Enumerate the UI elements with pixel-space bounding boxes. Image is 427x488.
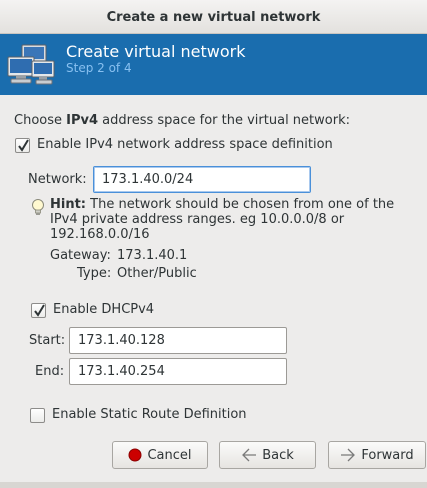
enable-dhcp-checkbox[interactable] (31, 303, 46, 318)
step-indicator: Step 2 of 4 (66, 61, 132, 75)
window-titlebar[interactable]: Create a new virtual network (0, 0, 427, 34)
cancel-icon (128, 448, 142, 462)
enable-ipv4-checkbox[interactable] (15, 138, 30, 153)
dhcp-end-label: End: (35, 364, 65, 379)
window-bottom-edge (0, 482, 427, 488)
lightbulb-icon (31, 198, 45, 222)
banner-title: Create virtual network (66, 42, 246, 61)
enable-ipv4-label[interactable]: Enable IPv4 network address space defini… (37, 137, 333, 152)
dhcp-start-label: Start: (29, 333, 66, 348)
hint-text: Hint: The network should be chosen from … (50, 197, 395, 242)
network-computers-icon (6, 43, 58, 87)
wizard-banner: Create virtual network Step 2 of 4 (0, 34, 427, 95)
window-title: Create a new virtual network (106, 10, 321, 25)
address-space-prompt: Choose IPv4 address space for the virtua… (14, 113, 350, 128)
network-label: Network: (28, 172, 87, 187)
enable-dhcp-label[interactable]: Enable DHCPv4 (53, 302, 154, 317)
cancel-button[interactable]: Cancel (112, 441, 208, 469)
type-label: Type: (77, 266, 112, 281)
type-value: Other/Public (117, 266, 197, 281)
back-button[interactable]: Back (219, 441, 316, 469)
gateway-value: 173.1.40.1 (117, 248, 188, 263)
back-arrow-icon (241, 448, 257, 462)
gateway-label: Gateway: (50, 248, 111, 263)
forward-arrow-icon (340, 448, 356, 462)
dhcp-end-input[interactable]: 173.1.40.254 (69, 358, 287, 385)
dhcp-start-input[interactable]: 173.1.40.128 (69, 327, 287, 354)
static-route-checkbox[interactable] (30, 408, 45, 423)
network-input[interactable]: 173.1.40.0/24 (93, 166, 311, 193)
forward-button[interactable]: Forward (328, 441, 426, 469)
static-route-label[interactable]: Enable Static Route Definition (52, 407, 247, 422)
